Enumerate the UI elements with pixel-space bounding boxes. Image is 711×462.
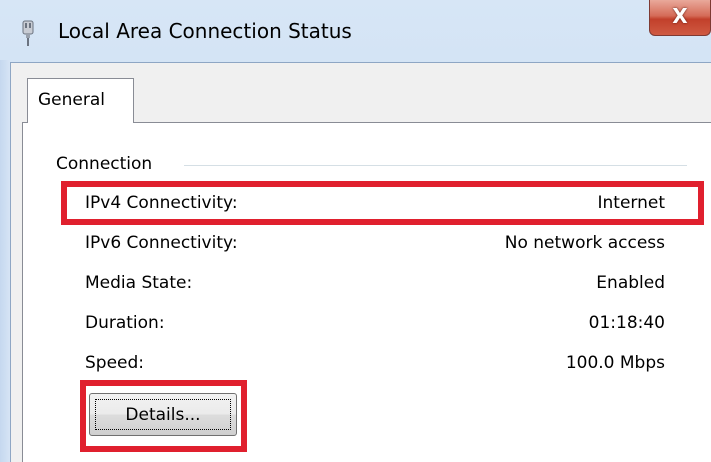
media-state-value: Enabled (596, 273, 665, 293)
connection-group-label: Connection (56, 154, 159, 174)
speed-value: 100.0 Mbps (565, 353, 665, 373)
connection-group-divider (184, 165, 687, 166)
window-title: Local Area Connection Status (58, 19, 352, 43)
duration-label: Duration: (85, 313, 165, 333)
network-cable-icon (22, 20, 34, 46)
close-icon: X (672, 4, 688, 28)
media-state-label: Media State: (85, 273, 193, 293)
window-left-border (0, 60, 10, 462)
details-highlight-box (80, 380, 247, 452)
close-button[interactable]: X (649, 0, 711, 36)
speed-label: Speed: (85, 353, 145, 373)
tab-general-label: General (38, 90, 105, 110)
ipv6-connectivity-value: No network access (504, 233, 665, 253)
title-bar[interactable]: Local Area Connection Status (0, 0, 711, 60)
tab-general[interactable]: General (27, 78, 134, 123)
duration-value: 01:18:40 (588, 313, 665, 333)
ipv6-connectivity-label: IPv6 Connectivity: (85, 233, 238, 253)
ipv4-highlight-box (61, 181, 704, 225)
